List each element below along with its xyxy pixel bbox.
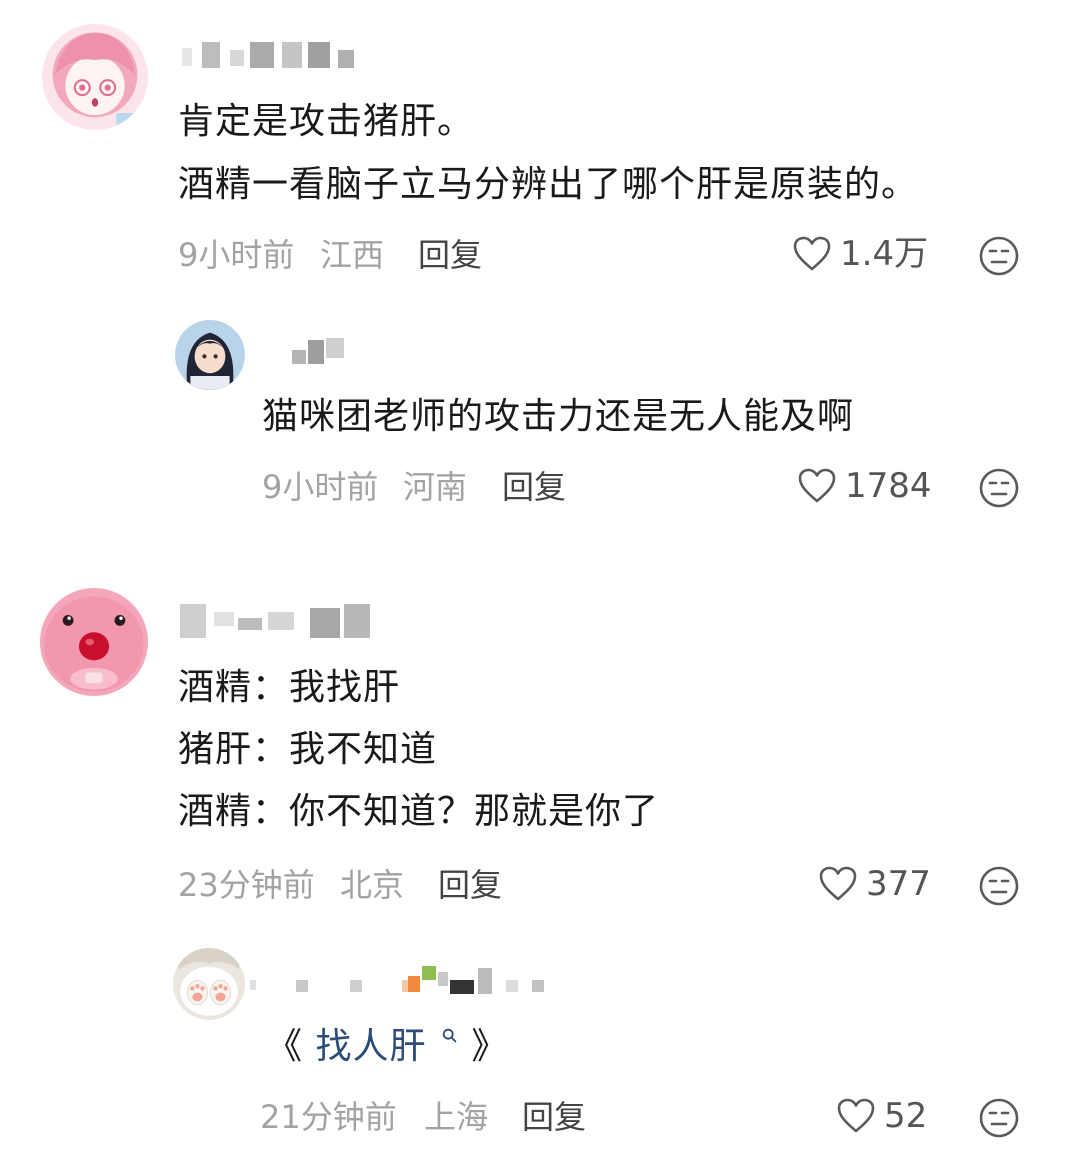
link-open-bracket: 《 [266, 1026, 304, 1067]
heart-outline-icon [798, 468, 836, 503]
heart-outline-icon [837, 1098, 875, 1133]
reply-button[interactable]: 回复 [502, 467, 566, 507]
timestamp: 21分钟前 [260, 1098, 397, 1136]
comment-text-line: 酒精：我找肝 [178, 667, 401, 708]
avatar-pink-girl-icon [42, 24, 148, 130]
reply-button[interactable]: 回复 [522, 1097, 586, 1137]
link-close-bracket: 》 [471, 1026, 509, 1067]
like-button[interactable]: 377 [818, 864, 931, 904]
timestamp: 23分钟前 [178, 866, 315, 904]
location: 上海 [424, 1098, 489, 1136]
like-count: 52 [884, 1096, 928, 1136]
comment-text-line: 酒精：你不知道？那就是你了 [178, 791, 660, 832]
frown-face-icon[interactable] [978, 865, 1020, 907]
like-count: 1784 [845, 466, 932, 506]
link-text[interactable]: 找人肝 [315, 1026, 426, 1067]
avatar[interactable] [42, 24, 148, 130]
avatar-cat-paws-icon [173, 948, 245, 1020]
comment-text-line: 猫咪团老师的攻击力还是无人能及啊 [262, 396, 855, 437]
location: 河南 [403, 468, 468, 506]
avatar[interactable] [173, 948, 245, 1020]
like-count: 1.4万 [840, 234, 929, 274]
frown-face-icon[interactable] [978, 1097, 1020, 1139]
heart-outline-icon [819, 866, 857, 901]
location: 江西 [320, 236, 385, 274]
avatar-anime-girl-icon [175, 320, 245, 390]
timestamp: 9小时前 [178, 236, 295, 274]
avatar-pink-beaver-icon [40, 588, 148, 696]
comment-text-line: 肯定是攻击猪肝。 [178, 101, 475, 142]
reply-button[interactable]: 回复 [438, 865, 502, 905]
username-blurred[interactable] [250, 964, 550, 994]
search-icon[interactable] [441, 1027, 459, 1045]
like-button[interactable]: 52 [836, 1096, 927, 1136]
location: 北京 [340, 866, 405, 904]
frown-face-icon[interactable] [978, 235, 1020, 277]
like-button[interactable]: 1.4万 [792, 234, 928, 274]
like-button[interactable]: 1784 [797, 466, 932, 506]
like-count: 377 [866, 864, 931, 904]
frown-face-icon[interactable] [978, 467, 1020, 509]
username-blurred[interactable] [180, 604, 380, 638]
timestamp: 9小时前 [262, 468, 379, 506]
comment-text-line: 酒精一看脑子立马分辨出了哪个肝是原装的。 [178, 164, 919, 205]
avatar[interactable] [40, 588, 148, 696]
reply-button[interactable]: 回复 [418, 235, 482, 275]
heart-outline-icon [793, 236, 831, 271]
linked-video-title[interactable]: 《 找人肝 》 [266, 1025, 508, 1069]
comment-text-line: 猪肝：我不知道 [178, 729, 438, 770]
username-blurred[interactable] [292, 336, 362, 366]
username-blurred[interactable] [182, 38, 372, 68]
avatar[interactable] [175, 320, 245, 390]
